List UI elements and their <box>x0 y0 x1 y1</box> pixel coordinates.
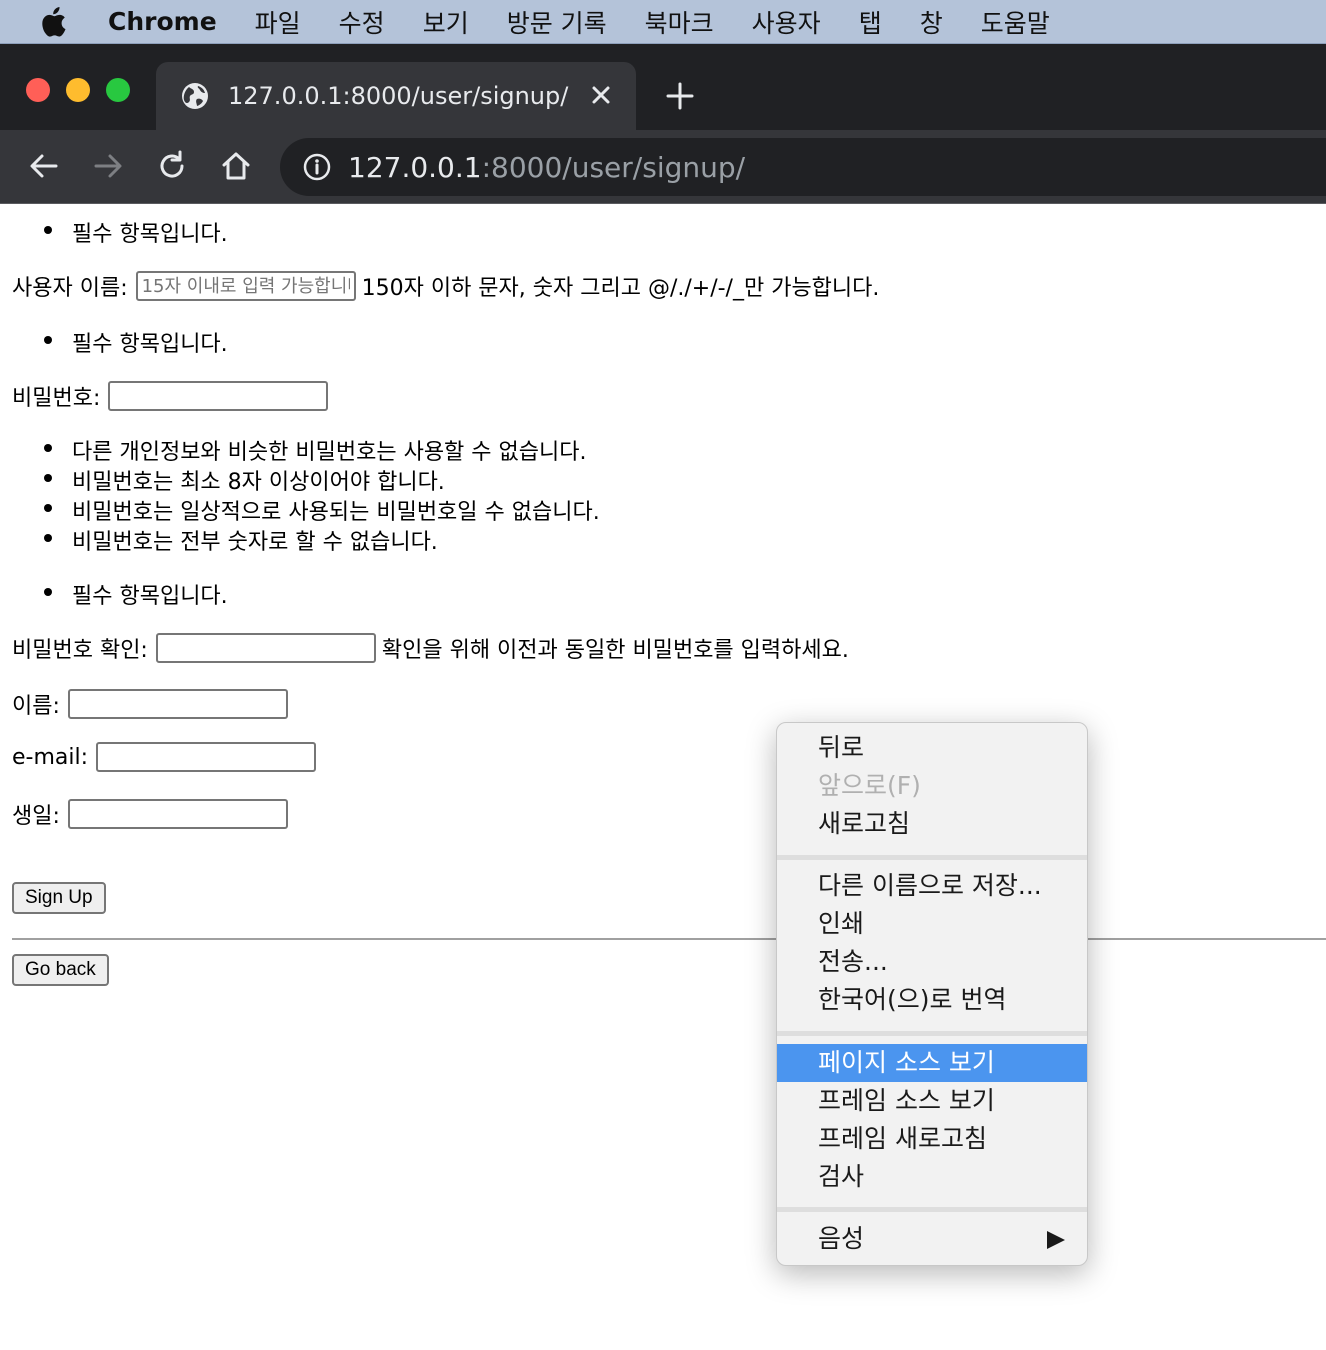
menu-item-back[interactable]: 뒤로 <box>777 729 1087 767</box>
menu-item-speech-label: 음성 <box>818 1224 865 1253</box>
menu-view[interactable]: 보기 <box>423 4 469 40</box>
password-row: 비밀번호: <box>12 380 329 412</box>
page-content: 필수 항목입니다. 사용자 이름: 150자 이하 문자, 숫자 그리고 @/.… <box>0 204 1326 1350</box>
menu-item-inspect[interactable]: 검사 <box>777 1158 1087 1196</box>
menu-window[interactable]: 창 <box>920 4 943 40</box>
home-icon[interactable] <box>218 148 254 184</box>
menu-item-reload[interactable]: 새로고침 <box>777 805 1087 843</box>
birth-label: 생일: <box>12 804 60 829</box>
name-input[interactable] <box>67 689 288 719</box>
username-label: 사용자 이름: <box>12 276 128 301</box>
password-help-item: 비밀번호는 전부 숫자로 할 수 없습니다. <box>44 524 438 556</box>
menu-separator <box>777 855 1087 860</box>
reload-icon[interactable] <box>154 148 190 184</box>
name-row: 이름: <box>12 688 288 720</box>
sign-up-button[interactable]: Sign Up <box>12 882 106 914</box>
forward-arrow-icon[interactable] <box>90 148 126 184</box>
menu-item-view-source[interactable]: 페이지 소스 보기 <box>777 1044 1087 1082</box>
menu-item-save-as[interactable]: 다른 이름으로 저장... <box>777 867 1087 905</box>
menu-file[interactable]: 파일 <box>255 4 301 40</box>
browser-toolbar: 127.0.0.1:8000/user/signup/ <box>0 130 1326 204</box>
globe-icon <box>180 81 210 111</box>
birth-input[interactable] <box>67 799 288 829</box>
url-host: 127.0.0.1 <box>348 150 482 184</box>
menu-separator <box>777 1207 1087 1212</box>
menu-item-forward: 앞으로(F) <box>818 771 921 800</box>
apple-logo-icon[interactable] <box>40 6 70 37</box>
menu-tab[interactable]: 탭 <box>859 4 882 40</box>
email-input[interactable] <box>96 742 317 772</box>
window-zoom-button[interactable] <box>106 78 130 102</box>
menu-help[interactable]: 도움말 <box>981 4 1050 40</box>
username-help: 150자 이하 문자, 숫자 그리고 @/./+/-/_만 가능합니다. <box>361 276 880 301</box>
url-path: :8000/user/signup/ <box>481 150 746 184</box>
window-minimize-button[interactable] <box>66 78 90 102</box>
name-label: 이름: <box>12 694 60 719</box>
menu-history[interactable]: 방문 기록 <box>507 4 607 40</box>
password2-input[interactable] <box>155 633 376 663</box>
password-help-item: 비밀번호는 최소 8자 이상이어야 합니다. <box>44 464 445 496</box>
menu-chrome[interactable]: Chrome <box>108 7 217 36</box>
close-tab-icon[interactable] <box>588 82 614 108</box>
menu-item-frame-source[interactable]: 프레임 소스 보기 <box>777 1082 1087 1120</box>
go-back-button[interactable]: Go back <box>12 954 109 986</box>
password2-help: 확인을 위해 이전과 동일한 비밀번호를 입력하세요. <box>381 638 849 663</box>
password-help-item: 비밀번호는 일상적으로 사용되는 비밀번호일 수 없습니다. <box>44 494 600 526</box>
password-help-item: 다른 개인정보와 비슷한 비밀번호는 사용할 수 없습니다. <box>43 434 586 466</box>
birth-row: 생일: <box>12 798 288 830</box>
password-label: 비밀번호: <box>12 386 101 411</box>
back-arrow-icon[interactable] <box>26 148 62 184</box>
horizontal-divider <box>12 938 1326 940</box>
username-input[interactable] <box>135 271 356 301</box>
window-close-button[interactable] <box>26 78 50 102</box>
menu-item-speech[interactable]: 음성 <box>777 1220 1087 1258</box>
site-info-icon[interactable] <box>302 152 332 182</box>
menu-item-print[interactable]: 인쇄 <box>777 905 1087 943</box>
context-menu: 뒤로 앞으로(F) 새로고침 다른 이름으로 저장... 인쇄 전송... 한국… <box>776 722 1088 1266</box>
email-row: e-mail: <box>12 742 317 772</box>
menu-item-translate[interactable]: 한국어(으)로 번역 <box>777 981 1087 1019</box>
email-label: e-mail: <box>12 744 89 770</box>
submenu-arrow-icon <box>1047 1231 1065 1249</box>
macos-menu-bar: Chrome 파일 수정 보기 방문 기록 북마크 사용자 탭 창 도움말 <box>0 0 1326 44</box>
address-bar[interactable]: 127.0.0.1:8000/user/signup/ <box>280 138 1326 196</box>
address-url[interactable]: 127.0.0.1:8000/user/signup/ <box>348 151 745 184</box>
username-row: 사용자 이름: 150자 이하 문자, 숫자 그리고 @/./+/-/_만 가능… <box>12 270 879 302</box>
browser-tab[interactable]: 127.0.0.1:8000/user/signup/ <box>156 62 636 130</box>
password2-row: 비밀번호 확인: 확인을 위해 이전과 동일한 비밀번호를 입력하세요. <box>12 632 849 664</box>
menu-bookmarks[interactable]: 북마크 <box>645 4 714 40</box>
menu-profiles[interactable]: 사용자 <box>752 4 821 40</box>
new-tab-plus-icon[interactable] <box>662 78 698 114</box>
password-input[interactable] <box>108 381 329 411</box>
password2-error: 필수 항목입니다. <box>44 578 228 610</box>
password-error: 필수 항목입니다. <box>44 326 228 358</box>
tab-title: 127.0.0.1:8000/user/signup/ <box>228 82 569 110</box>
menu-edit[interactable]: 수정 <box>339 4 385 40</box>
menu-separator <box>777 1031 1087 1036</box>
username-error: 필수 항목입니다. <box>44 216 228 248</box>
menu-item-frame-reload[interactable]: 프레임 새로고침 <box>777 1120 1087 1158</box>
menu-item-send[interactable]: 전송... <box>777 943 1087 981</box>
password2-label: 비밀번호 확인: <box>12 638 148 663</box>
